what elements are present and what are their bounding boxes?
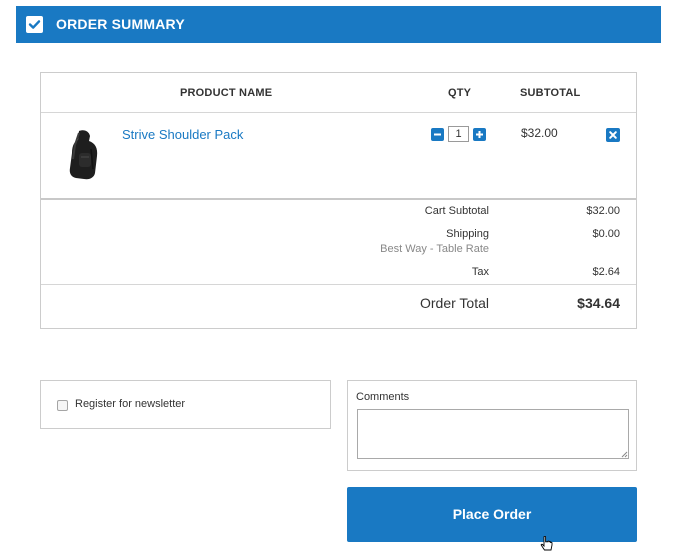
shipping-method: Best Way - Table Rate bbox=[380, 243, 489, 255]
checkbox-checked-icon bbox=[26, 16, 43, 33]
column-header-subtotal: SUBTOTAL bbox=[520, 87, 581, 99]
newsletter-label[interactable]: Register for newsletter bbox=[75, 398, 185, 410]
newsletter-checkbox[interactable] bbox=[57, 400, 68, 411]
qty-increase-button[interactable] bbox=[473, 128, 486, 141]
order-summary-table: PRODUCT NAME QTY SUBTOTAL Strive Shoulde… bbox=[40, 72, 637, 329]
tax-label: Tax bbox=[471, 266, 489, 278]
comments-label: Comments bbox=[356, 391, 410, 403]
product-thumbnail bbox=[67, 129, 103, 181]
divider bbox=[41, 198, 636, 200]
resize-grip-icon[interactable] bbox=[620, 450, 628, 458]
shipping-label: Shipping bbox=[446, 228, 489, 240]
plus-icon bbox=[476, 131, 483, 138]
order-total-value: $34.64 bbox=[577, 295, 620, 311]
place-order-button[interactable]: Place Order bbox=[347, 487, 637, 542]
product-name-link[interactable]: Strive Shoulder Pack bbox=[122, 127, 243, 142]
divider bbox=[41, 284, 636, 285]
newsletter-box: Register for newsletter bbox=[40, 380, 331, 429]
qty-input[interactable]: 1 bbox=[448, 126, 469, 142]
minus-icon bbox=[434, 133, 441, 136]
item-subtotal: $32.00 bbox=[521, 126, 558, 140]
qty-decrease-button[interactable] bbox=[431, 128, 444, 141]
column-header-qty: QTY bbox=[448, 87, 472, 99]
page-title: ORDER SUMMARY bbox=[56, 16, 185, 32]
shipping-value: $0.00 bbox=[592, 228, 620, 240]
comments-textarea[interactable] bbox=[357, 409, 629, 459]
cart-subtotal-value: $32.00 bbox=[586, 205, 620, 217]
tax-value: $2.64 bbox=[592, 266, 620, 278]
remove-item-button[interactable] bbox=[606, 128, 620, 142]
column-header-product: PRODUCT NAME bbox=[180, 87, 273, 99]
comments-box: Comments bbox=[347, 380, 637, 471]
divider bbox=[41, 112, 636, 113]
order-summary-header: ORDER SUMMARY bbox=[16, 6, 661, 43]
hand-cursor-icon bbox=[540, 536, 553, 551]
order-total-label: Order Total bbox=[420, 295, 489, 311]
cart-subtotal-label: Cart Subtotal bbox=[424, 205, 489, 217]
close-icon bbox=[609, 131, 617, 139]
